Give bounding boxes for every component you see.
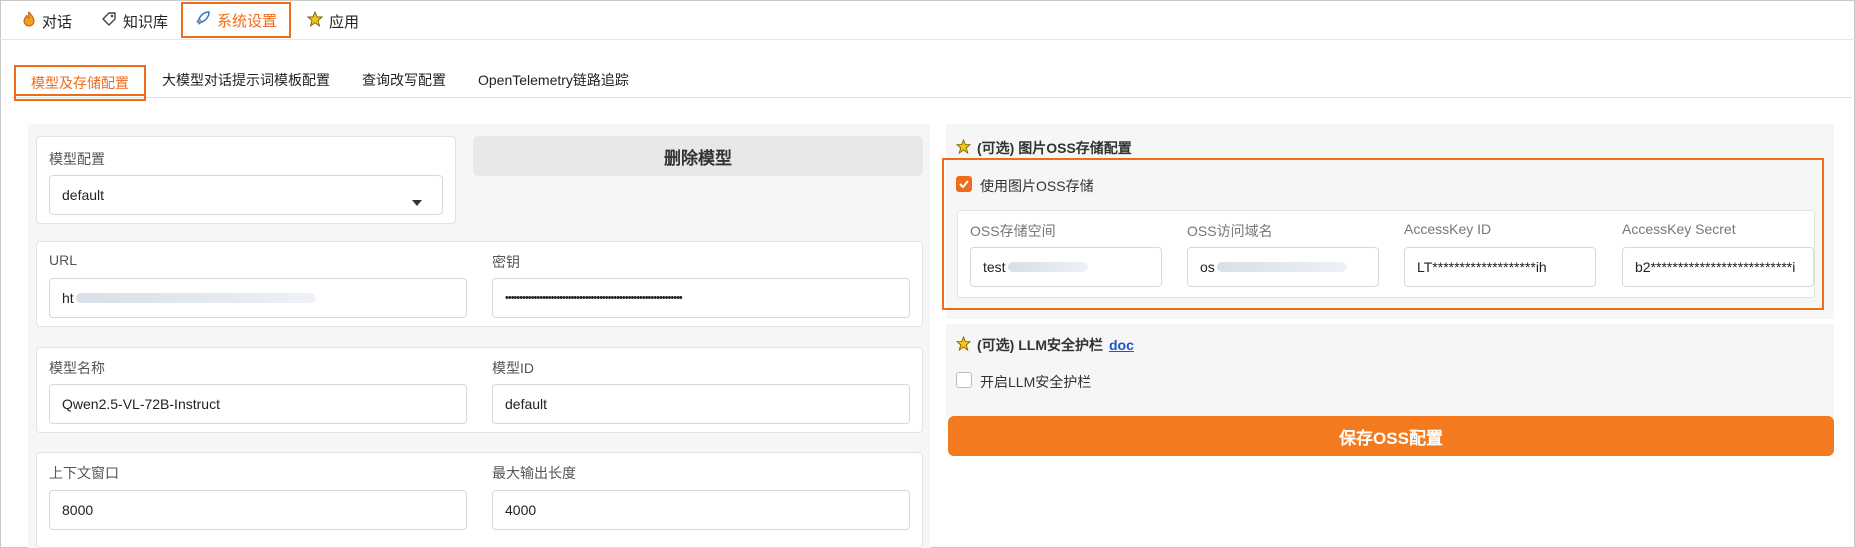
api-key-value: ••••••••••••••••••••••••••••••••••••••••… (505, 292, 683, 304)
redacted-text (1007, 262, 1088, 272)
oss-section-title: (可选) 图片OSS存储配置 (955, 138, 1132, 158)
tab-chat-label: 对话 (42, 13, 73, 31)
model-config-select[interactable]: default (49, 175, 443, 215)
star-icon (306, 10, 324, 31)
tab-system-settings-label: 系统设置 (217, 12, 278, 30)
url-input[interactable]: ht (49, 278, 467, 318)
subtab-model-storage-label: 模型及存储配置 (31, 75, 129, 91)
use-oss-label: 使用图片OSS存储 (980, 178, 1094, 194)
enable-guardrail-checkbox[interactable] (956, 372, 972, 388)
model-name-input[interactable]: Qwen2.5-VL-72B-Instruct (49, 384, 467, 424)
api-key-input[interactable]: ••••••••••••••••••••••••••••••••••••••••… (492, 278, 910, 318)
access-key-secret-value: b2**************************i (1635, 259, 1796, 275)
model-config-panel: 模型配置 default 删除模型 URL ht 密钥 ••••••••••••… (28, 124, 930, 548)
star-icon (955, 138, 972, 157)
oss-section-title-text: (可选) 图片OSS存储配置 (977, 140, 1132, 156)
oss-domain-value: os (1200, 259, 1215, 275)
oss-bucket-input[interactable]: test (970, 247, 1162, 287)
guardrail-section-title: (可选) LLM安全护栏 doc (955, 335, 1134, 355)
redacted-text (1216, 262, 1347, 272)
oss-bucket-value: test (983, 259, 1006, 275)
rocket-icon (195, 10, 211, 30)
tab-knowledge-base-label: 知识库 (123, 13, 169, 31)
enable-guardrail-label: 开启LLM安全护栏 (980, 374, 1092, 390)
tab-chat[interactable]: 对话 (18, 6, 76, 36)
tag-icon (101, 11, 117, 31)
model-name-card: 模型名称 Qwen2.5-VL-72B-Instruct 模型ID defaul… (36, 347, 923, 433)
top-nav: 对话 知识库 系统设置 应用 (0, 0, 1855, 40)
subtab-query-rewrite-label: 查询改写配置 (362, 72, 446, 88)
model-id-input[interactable]: default (492, 384, 910, 424)
subtab-opentelemetry[interactable]: OpenTelemetry链路追踪 (478, 66, 629, 94)
context-window-label: 上下文窗口 (49, 465, 119, 481)
delete-model-button[interactable]: 删除模型 (473, 136, 923, 176)
star-icon (955, 335, 972, 354)
tab-apps[interactable]: 应用 (303, 6, 363, 36)
access-key-id-label: AccessKey ID (1404, 221, 1492, 237)
tab-apps-label: 应用 (329, 13, 360, 31)
model-config-value: default (62, 187, 105, 203)
subtab-prompt-templates-label: 大模型对话提示词模板配置 (162, 72, 330, 88)
settings-subtabs: 模型及存储配置 大模型对话提示词模板配置 查询改写配置 OpenTelemetr… (12, 62, 1852, 101)
model-config-label: 模型配置 (49, 151, 105, 167)
model-name-value: Qwen2.5-VL-72B-Instruct (62, 396, 220, 412)
subtab-model-storage[interactable]: 模型及存储配置 (14, 65, 146, 101)
subtab-query-rewrite[interactable]: 查询改写配置 (362, 66, 446, 94)
guardrail-section-title-text: (可选) LLM安全护栏 (977, 337, 1103, 353)
oss-bucket-label: OSS存储空间 (970, 223, 1056, 239)
access-key-secret-label: AccessKey Secret (1622, 221, 1736, 237)
check-icon (959, 180, 969, 189)
api-key-label: 密钥 (492, 254, 520, 270)
context-window-value: 8000 (62, 502, 94, 518)
context-window-input[interactable]: 8000 (49, 490, 467, 530)
oss-domain-label: OSS访问域名 (1187, 223, 1273, 239)
access-key-secret-input[interactable]: b2**************************i (1622, 247, 1814, 287)
url-value: ht (62, 290, 74, 306)
max-output-input[interactable]: 4000 (492, 490, 910, 530)
redacted-text (75, 293, 316, 303)
model-id-label: 模型ID (492, 360, 534, 376)
oss-fields-card: OSS存储空间 test OSS访问域名 os AccessKey ID LT*… (957, 210, 1815, 298)
access-key-id-value: LT*******************ih (1417, 259, 1547, 275)
oss-domain-input[interactable]: os (1187, 247, 1379, 287)
url-key-card: URL ht 密钥 ••••••••••••••••••••••••••••••… (36, 241, 923, 327)
max-output-label: 最大输出长度 (492, 465, 576, 481)
url-label: URL (49, 252, 78, 268)
use-oss-checkbox[interactable] (956, 176, 972, 192)
model-config-card: 模型配置 default (36, 136, 456, 224)
access-key-id-input[interactable]: LT*******************ih (1404, 247, 1596, 287)
doc-link[interactable]: doc (1109, 337, 1134, 353)
caret-down-icon (412, 193, 422, 209)
subtab-opentelemetry-label: OpenTelemetry链路追踪 (478, 72, 629, 88)
model-id-value: default (505, 396, 548, 412)
tab-knowledge-base[interactable]: 知识库 (97, 6, 172, 36)
max-output-value: 4000 (505, 502, 537, 518)
tab-system-settings[interactable]: 系统设置 (181, 2, 292, 38)
flame-icon (22, 11, 36, 31)
oss-config-panel: (可选) 图片OSS存储配置 使用图片OSS存储 OSS存储空间 test OS… (942, 124, 1834, 464)
context-card: 上下文窗口 8000 最大输出长度 4000 (36, 452, 923, 548)
model-name-label: 模型名称 (49, 360, 105, 376)
subtab-prompt-templates[interactable]: 大模型对话提示词模板配置 (162, 66, 330, 94)
save-oss-button[interactable]: 保存OSS配置 (948, 416, 1834, 456)
